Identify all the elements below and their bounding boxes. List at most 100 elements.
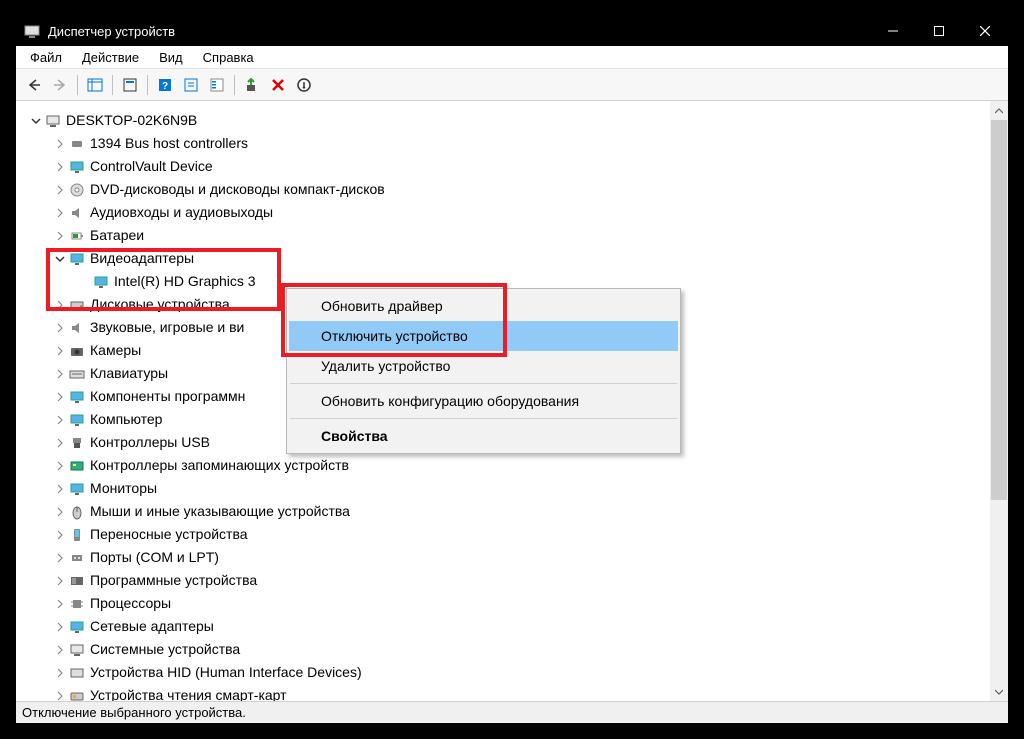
node-label: Аудиовходы и аудиовыходы xyxy=(90,201,273,224)
maximize-button[interactable] xyxy=(916,16,962,46)
tree-category[interactable]: Мониторы xyxy=(24,477,990,500)
chevron-right-icon[interactable] xyxy=(52,435,68,451)
tree-category[interactable]: Порты (COM и LPT) xyxy=(24,546,990,569)
statusbar-text: Отключение выбранного устройства. xyxy=(22,705,246,720)
tree-category[interactable]: Мыши и иные указывающие устройства xyxy=(24,500,990,523)
scrollbar-thumb[interactable] xyxy=(991,120,1007,500)
toolbar: ? xyxy=(16,69,1008,101)
computer-icon xyxy=(68,411,86,429)
node-label: Системные устройства xyxy=(90,638,240,661)
display-adapter-icon xyxy=(92,273,110,291)
ctx-properties[interactable]: Свойства xyxy=(289,421,678,451)
menu-file[interactable]: Файл xyxy=(22,48,70,67)
chevron-right-icon[interactable] xyxy=(52,182,68,198)
tree-category[interactable]: Программные устройства xyxy=(24,569,990,592)
update-driver-button[interactable] xyxy=(240,73,264,97)
battery-icon xyxy=(68,227,86,245)
tree-category[interactable]: Процессоры xyxy=(24,592,990,615)
scan-hardware-button[interactable] xyxy=(179,73,203,97)
properties-button-2[interactable] xyxy=(118,73,142,97)
ctx-update-driver[interactable]: Обновить драйвер xyxy=(289,291,678,321)
chevron-right-icon[interactable] xyxy=(52,665,68,681)
node-label: 1394 Bus host controllers xyxy=(90,132,248,155)
close-button[interactable] xyxy=(962,16,1008,46)
titlebar[interactable]: Диспетчер устройств xyxy=(16,16,1008,46)
scroll-up-button[interactable] xyxy=(990,102,1008,120)
chevron-right-icon[interactable] xyxy=(52,412,68,428)
forward-button[interactable] xyxy=(48,73,72,97)
chevron-down-icon[interactable] xyxy=(52,251,68,267)
node-label: Программные устройства xyxy=(90,569,257,592)
chevron-right-icon[interactable] xyxy=(52,136,68,152)
tree-category-video[interactable]: Видеоадаптеры xyxy=(24,247,990,270)
audio-icon xyxy=(68,204,86,222)
show-hide-tree-button[interactable] xyxy=(83,73,107,97)
menu-view[interactable]: Вид xyxy=(151,48,191,67)
tree-category[interactable]: 1394 Bus host controllers xyxy=(24,132,990,155)
minimize-button[interactable] xyxy=(870,16,916,46)
tree-category[interactable]: Системные устройства xyxy=(24,638,990,661)
tree-category[interactable]: Батареи xyxy=(24,224,990,247)
system-device-icon xyxy=(68,641,86,659)
chevron-right-icon[interactable] xyxy=(52,527,68,543)
chevron-right-icon[interactable] xyxy=(52,642,68,658)
disable-button[interactable] xyxy=(292,73,316,97)
node-label: ControlVault Device xyxy=(90,155,213,178)
menu-help[interactable]: Справка xyxy=(195,48,262,67)
chevron-right-icon[interactable] xyxy=(52,596,68,612)
usb-icon xyxy=(68,434,86,452)
chevron-right-icon[interactable] xyxy=(52,389,68,405)
chevron-right-icon[interactable] xyxy=(52,504,68,520)
node-label: Устройства HID (Human Interface Devices) xyxy=(90,661,362,684)
tree-category[interactable]: ControlVault Device xyxy=(24,155,990,178)
chevron-right-icon[interactable] xyxy=(52,458,68,474)
chevron-right-icon[interactable] xyxy=(52,688,68,702)
menu-action[interactable]: Действие xyxy=(74,48,147,67)
monitor-icon xyxy=(68,158,86,176)
software-device-icon xyxy=(68,572,86,590)
tree-category[interactable]: Аудиовходы и аудиовыходы xyxy=(24,201,990,224)
chevron-right-icon[interactable] xyxy=(52,481,68,497)
toolbar-separator xyxy=(147,75,148,95)
software-icon xyxy=(68,388,86,406)
chevron-down-icon[interactable] xyxy=(28,113,44,129)
ctx-separator xyxy=(290,383,677,384)
node-label: Компьютер xyxy=(90,408,162,431)
properties-button[interactable] xyxy=(205,73,229,97)
tree-category[interactable]: Устройства HID (Human Interface Devices) xyxy=(24,661,990,684)
chevron-right-icon[interactable] xyxy=(52,228,68,244)
chevron-right-icon[interactable] xyxy=(52,159,68,175)
tree-category[interactable]: Устройства чтения смарт-карт xyxy=(24,684,990,701)
chevron-right-icon[interactable] xyxy=(52,343,68,359)
back-button[interactable] xyxy=(22,73,46,97)
chevron-right-icon[interactable] xyxy=(52,205,68,221)
chevron-right-icon[interactable] xyxy=(52,297,68,313)
device-manager-window: Диспетчер устройств Файл Действие Вид Сп… xyxy=(15,15,1009,724)
tree-root[interactable]: DESKTOP-02K6N9B xyxy=(24,109,990,132)
chevron-right-icon[interactable] xyxy=(52,550,68,566)
tree-category[interactable]: Сетевые адаптеры xyxy=(24,615,990,638)
ctx-scan-hardware[interactable]: Обновить конфигурацию оборудования xyxy=(289,386,678,416)
audio-icon xyxy=(68,319,86,337)
chevron-right-icon[interactable] xyxy=(52,619,68,635)
ctx-label: Обновить драйвер xyxy=(321,298,443,314)
uninstall-button[interactable] xyxy=(266,73,290,97)
toolbar-separator xyxy=(234,75,235,95)
chevron-right-icon[interactable] xyxy=(52,573,68,589)
node-label: Переносные устройства xyxy=(90,523,248,546)
scroll-down-button[interactable] xyxy=(990,683,1008,701)
computer-icon xyxy=(44,112,62,130)
tree-category[interactable]: Контроллеры запоминающих устройств xyxy=(24,454,990,477)
chevron-right-icon[interactable] xyxy=(52,320,68,336)
hid-icon xyxy=(68,664,86,682)
vertical-scrollbar[interactable] xyxy=(990,102,1008,701)
tree-category[interactable]: DVD-дисководы и дисководы компакт-дисков xyxy=(24,178,990,201)
port-icon xyxy=(68,549,86,567)
node-label: Контроллеры USB xyxy=(90,431,210,454)
ctx-disable-device[interactable]: Отключить устройство xyxy=(289,321,678,351)
ctx-remove-device[interactable]: Удалить устройство xyxy=(289,351,678,381)
portable-icon xyxy=(68,526,86,544)
chevron-right-icon[interactable] xyxy=(52,366,68,382)
help-button[interactable]: ? xyxy=(153,73,177,97)
tree-category[interactable]: Переносные устройства xyxy=(24,523,990,546)
